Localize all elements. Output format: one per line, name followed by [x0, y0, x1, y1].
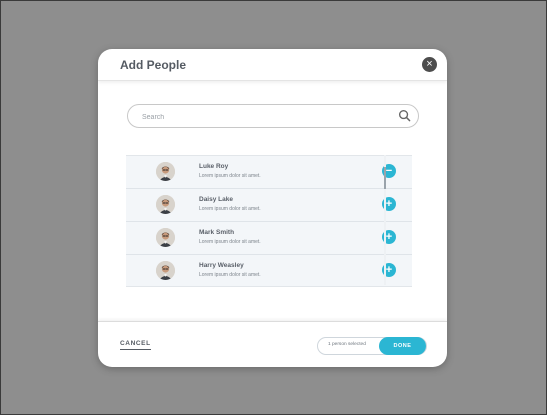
person-description: Lorem ipsum dolor sit amet. [199, 239, 261, 245]
avatar [156, 261, 175, 280]
person-description: Lorem ipsum dolor sit amet. [199, 173, 261, 179]
list-item: Mark Smith Lorem ipsum dolor sit amet. + [126, 222, 412, 255]
dialog-footer: CANCEL 1 person selected DONE [98, 321, 447, 367]
close-icon: × [426, 58, 433, 70]
person-description: Lorem ipsum dolor sit amet. [199, 272, 261, 278]
person-name: Luke Roy [199, 163, 229, 170]
cancel-button[interactable]: CANCEL [120, 340, 151, 350]
person-name: Mark Smith [199, 229, 235, 236]
plus-icon: + [385, 231, 393, 243]
person-description: Lorem ipsum dolor sit amet. [199, 206, 261, 212]
list-item: Harry Weasley Lorem ipsum dolor sit amet… [126, 255, 412, 286]
list-scrollbar[interactable] [384, 155, 386, 285]
avatar [156, 195, 175, 214]
person-name: Harry Weasley [199, 262, 244, 269]
done-button[interactable]: DONE [379, 337, 426, 355]
dialog-title: Add People [120, 58, 187, 72]
dialog-header: Add People × [98, 49, 447, 81]
avatar [156, 162, 175, 181]
plus-icon: + [385, 264, 393, 276]
people-list: Luke Roy Lorem ipsum dolor sit amet. − D… [126, 155, 412, 287]
selection-summary: 1 person selected DONE [317, 337, 427, 355]
search-input[interactable] [140, 109, 384, 125]
scrollbar-thumb[interactable] [384, 167, 386, 189]
list-item: Luke Roy Lorem ipsum dolor sit amet. − [126, 156, 412, 189]
selected-count-text: 1 person selected [328, 342, 366, 347]
avatar [156, 228, 175, 247]
add-people-dialog: Add People × Luke Roy [98, 49, 447, 367]
search-box [127, 104, 419, 128]
plus-icon: + [385, 198, 393, 210]
minus-icon: − [385, 165, 393, 177]
search-icon[interactable] [398, 109, 411, 122]
list-item: Daisy Lake Lorem ipsum dolor sit amet. + [126, 189, 412, 222]
close-button[interactable]: × [422, 57, 437, 72]
person-name: Daisy Lake [199, 196, 233, 203]
